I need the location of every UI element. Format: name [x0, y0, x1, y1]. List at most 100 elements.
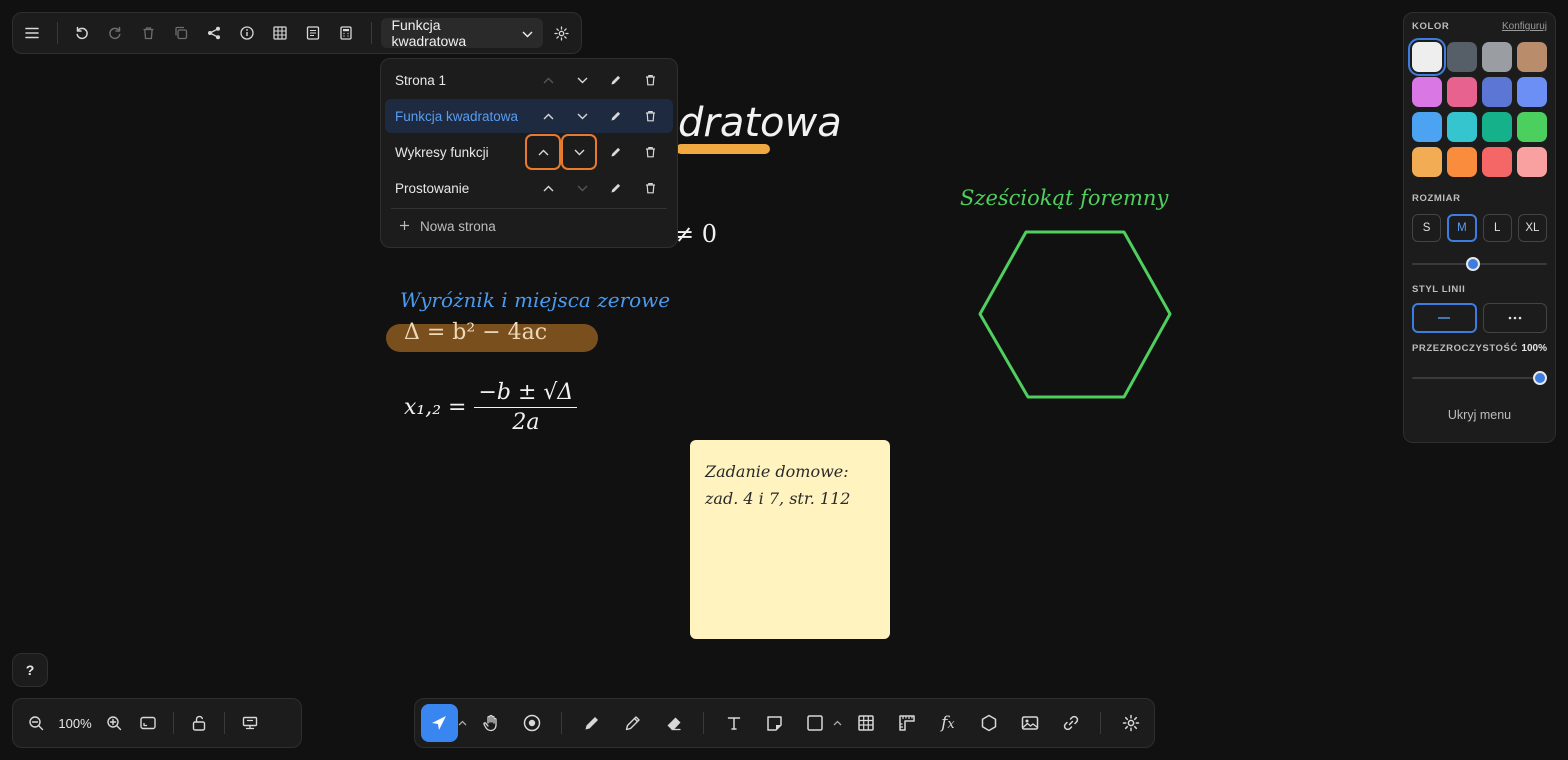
formula-tool[interactable]: fx [930, 705, 965, 741]
whiteboard-canvas[interactable]: dratowa ≠ 0 Wyróżnik i miejsca zerowe Δ … [0, 0, 1568, 760]
rename-pencil-icon[interactable] [601, 173, 631, 203]
color-swatch[interactable] [1412, 147, 1442, 177]
polygon-tool[interactable] [971, 705, 1006, 741]
shape-tool[interactable] [798, 705, 833, 741]
roots-formula[interactable]: x₁,₂ = −b ± √Δ 2a [404, 380, 578, 435]
page-title-text[interactable]: dratowa [678, 100, 842, 146]
share-icon[interactable] [200, 18, 229, 48]
menu-icon[interactable] [18, 18, 47, 48]
size-xl-button[interactable]: XL [1517, 214, 1547, 242]
move-up-icon[interactable] [533, 65, 563, 95]
size-l-button[interactable]: L [1482, 214, 1512, 242]
dotted-line-button[interactable] [1482, 303, 1547, 333]
page-row-strona-1[interactable]: Strona 1 [385, 63, 673, 97]
delta-heading[interactable]: Wyróżnik i miejsca zerowe [400, 288, 670, 312]
move-up-icon[interactable] [533, 173, 563, 203]
color-swatch[interactable] [1517, 42, 1547, 72]
chevron-up-icon[interactable] [458, 720, 468, 726]
ruler-tool[interactable] [890, 705, 925, 741]
help-button[interactable]: ? [12, 653, 48, 687]
page-selector[interactable]: Funkcja kwadratowa [381, 17, 543, 49]
color-swatch[interactable] [1412, 77, 1442, 107]
page-row-prostowanie[interactable]: Prostowanie [385, 171, 673, 205]
color-swatch[interactable] [1482, 147, 1512, 177]
zoom-in-icon[interactable] [99, 708, 129, 738]
move-up-icon[interactable] [525, 134, 561, 170]
equation-fragment[interactable]: ≠ 0 [674, 220, 717, 248]
delete-trash-icon[interactable] [635, 173, 665, 203]
rename-pencil-icon[interactable] [601, 65, 631, 95]
new-page-button[interactable]: Nowa strona [385, 209, 673, 243]
delta-formula[interactable]: Δ = b² − 4ac [404, 320, 547, 345]
move-down-icon[interactable] [567, 173, 597, 203]
configure-link[interactable]: Konfiguruj [1502, 21, 1547, 32]
color-swatch[interactable] [1517, 77, 1547, 107]
link-tool[interactable] [1053, 705, 1088, 741]
info-icon[interactable] [233, 18, 262, 48]
color-swatch[interactable] [1408, 38, 1446, 76]
opacity-slider[interactable] [1412, 370, 1547, 386]
color-swatch[interactable] [1447, 147, 1477, 177]
presentation-icon[interactable] [235, 708, 265, 738]
hexagon-shape[interactable] [976, 228, 1176, 402]
trash-icon[interactable] [134, 18, 163, 48]
rename-pencil-icon[interactable] [601, 137, 631, 167]
fit-to-screen-icon[interactable] [133, 708, 163, 738]
hide-menu-button[interactable]: Ukryj menu [1412, 408, 1547, 422]
image-tool[interactable] [1012, 705, 1047, 741]
settings-tool[interactable] [1113, 705, 1148, 741]
rename-pencil-icon[interactable] [601, 101, 631, 131]
pen-tool[interactable] [574, 705, 609, 741]
page-row-funkcja-kwadratowa[interactable]: Funkcja kwadratowa [385, 99, 673, 133]
zoom-level[interactable]: 100% [55, 716, 95, 731]
chevron-down-icon [522, 25, 533, 41]
chevron-up-icon[interactable] [833, 720, 843, 726]
move-down-icon[interactable] [567, 101, 597, 131]
calculator-icon[interactable] [332, 18, 361, 48]
delete-trash-icon[interactable] [635, 101, 665, 131]
slider-thumb[interactable] [1533, 371, 1547, 385]
color-swatch[interactable] [1447, 77, 1477, 107]
color-swatch[interactable] [1517, 112, 1547, 142]
table-tool[interactable] [849, 705, 884, 741]
sticky-note[interactable]: Zadanie domowe: zad. 4 i 7, str. 112 [690, 440, 890, 639]
gear-icon[interactable] [547, 18, 576, 48]
pencil-tool[interactable] [615, 705, 650, 741]
notes-icon[interactable] [299, 18, 328, 48]
line-style-section-header: STYL LINII [1412, 284, 1547, 295]
sticky-note-tool[interactable] [757, 705, 792, 741]
page-selector-label: Funkcja kwadratowa [391, 17, 467, 49]
color-swatch[interactable] [1447, 42, 1477, 72]
delete-trash-icon[interactable] [635, 137, 665, 167]
duplicate-icon[interactable] [167, 18, 196, 48]
hand-tool[interactable] [474, 705, 509, 741]
text-tool[interactable] [716, 705, 751, 741]
size-m-button[interactable]: M [1447, 214, 1477, 242]
size-slider[interactable] [1412, 256, 1547, 272]
grid-icon[interactable] [266, 18, 295, 48]
color-swatch[interactable] [1517, 147, 1547, 177]
color-swatch[interactable] [1412, 112, 1442, 142]
eraser-tool[interactable] [656, 705, 691, 741]
zoom-out-icon[interactable] [21, 708, 51, 738]
move-down-icon[interactable] [567, 65, 597, 95]
undo-icon[interactable] [68, 18, 97, 48]
size-title: ROZMIAR [1412, 193, 1461, 204]
move-down-icon[interactable] [561, 134, 597, 170]
highlight-stroke[interactable] [676, 144, 770, 154]
hexagon-title[interactable]: Sześciokąt foremny [960, 186, 1168, 210]
slider-thumb[interactable] [1465, 257, 1480, 271]
color-swatch[interactable] [1482, 42, 1512, 72]
size-s-button[interactable]: S [1412, 214, 1442, 242]
page-row-wykresy-funkcji[interactable]: Wykresy funkcji [385, 134, 673, 170]
solid-line-button[interactable] [1412, 303, 1477, 333]
move-up-icon[interactable] [533, 101, 563, 131]
redo-icon[interactable] [101, 18, 130, 48]
color-swatch[interactable] [1482, 112, 1512, 142]
color-swatch[interactable] [1447, 112, 1477, 142]
color-swatch[interactable] [1482, 77, 1512, 107]
select-tool[interactable] [421, 704, 458, 742]
delete-trash-icon[interactable] [635, 65, 665, 95]
unlock-icon[interactable] [184, 708, 214, 738]
laser-pointer-tool[interactable] [514, 705, 549, 741]
